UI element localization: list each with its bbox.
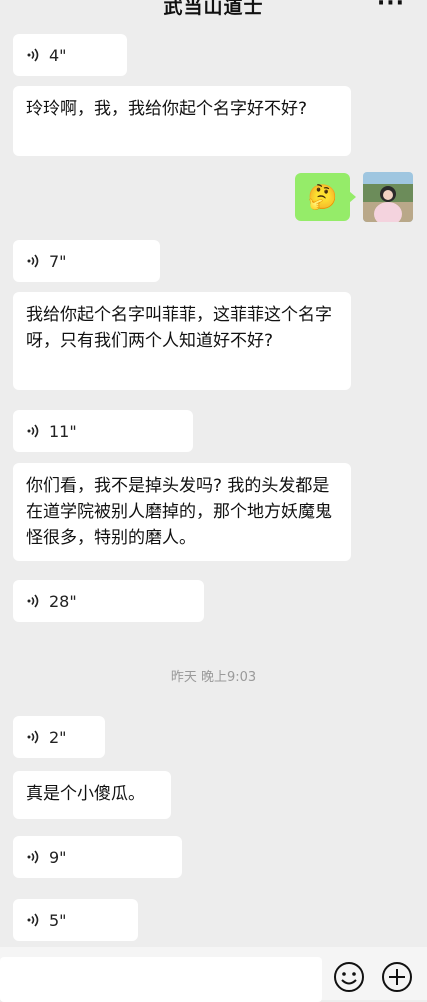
thinking-face-emoji: 🤔: [307, 183, 338, 211]
voice-message[interactable]: 5": [13, 899, 138, 941]
voice-duration: 7": [49, 251, 67, 271]
sound-wave-icon: [27, 913, 39, 927]
user-avatar[interactable]: [363, 172, 413, 222]
message-text: 我给你起个名字叫菲菲，这菲菲这个名字呀，只有我们两个人知道好不好?: [26, 305, 332, 351]
avatar-image: [363, 172, 413, 222]
voice-duration: 11": [49, 421, 77, 441]
sound-wave-icon: [27, 594, 39, 608]
sound-wave-icon: [27, 254, 39, 268]
sound-wave-icon: [27, 730, 39, 744]
voice-duration: 28": [49, 591, 77, 611]
voice-message[interactable]: 11": [13, 410, 193, 452]
chat-title: 武当山道士: [163, 0, 264, 18]
message-text: 真是个小傻瓜。: [26, 784, 145, 804]
text-message[interactable]: 你们看，我不是掉头发吗? 我的头发都是在道学院被别人磨掉的，那个地方妖魔鬼怪很多…: [13, 463, 351, 561]
sound-wave-icon: [27, 424, 39, 438]
voice-message[interactable]: 28": [13, 580, 204, 622]
more-options-button[interactable]: ···: [377, 0, 405, 15]
voice-duration: 4": [49, 45, 67, 65]
text-message[interactable]: 我给你起个名字叫菲菲，这菲菲这个名字呀，只有我们两个人知道好不好?: [13, 292, 351, 390]
sound-wave-icon: [27, 850, 39, 864]
outgoing-emoji-message[interactable]: 🤔: [295, 173, 356, 221]
voice-message[interactable]: 7": [13, 240, 160, 282]
smiley-face-icon[interactable]: [333, 961, 365, 993]
message-text: 玲玲啊，我，我给你起个名字好不好?: [26, 99, 308, 119]
message-input[interactable]: [0, 957, 322, 1002]
voice-duration: 2": [49, 727, 67, 747]
plus-circle-icon[interactable]: [381, 961, 413, 993]
voice-duration: 9": [49, 847, 67, 867]
voice-duration: 5": [49, 910, 67, 930]
text-message[interactable]: 真是个小傻瓜。: [13, 771, 171, 819]
message-text: 你们看，我不是掉头发吗? 我的头发都是在道学院被别人磨掉的，那个地方妖魔鬼怪很多…: [26, 476, 332, 548]
voice-message[interactable]: 4": [13, 34, 127, 76]
voice-message[interactable]: 9": [13, 836, 182, 878]
sound-wave-icon: [27, 48, 39, 62]
time-separator: 昨天 晚上9:03: [170, 670, 257, 685]
input-bar: [0, 947, 427, 1002]
chat-header: 武当山道士 ···: [0, 0, 427, 22]
voice-message[interactable]: 2": [13, 716, 105, 758]
text-message[interactable]: 玲玲啊，我，我给你起个名字好不好?: [13, 86, 351, 156]
